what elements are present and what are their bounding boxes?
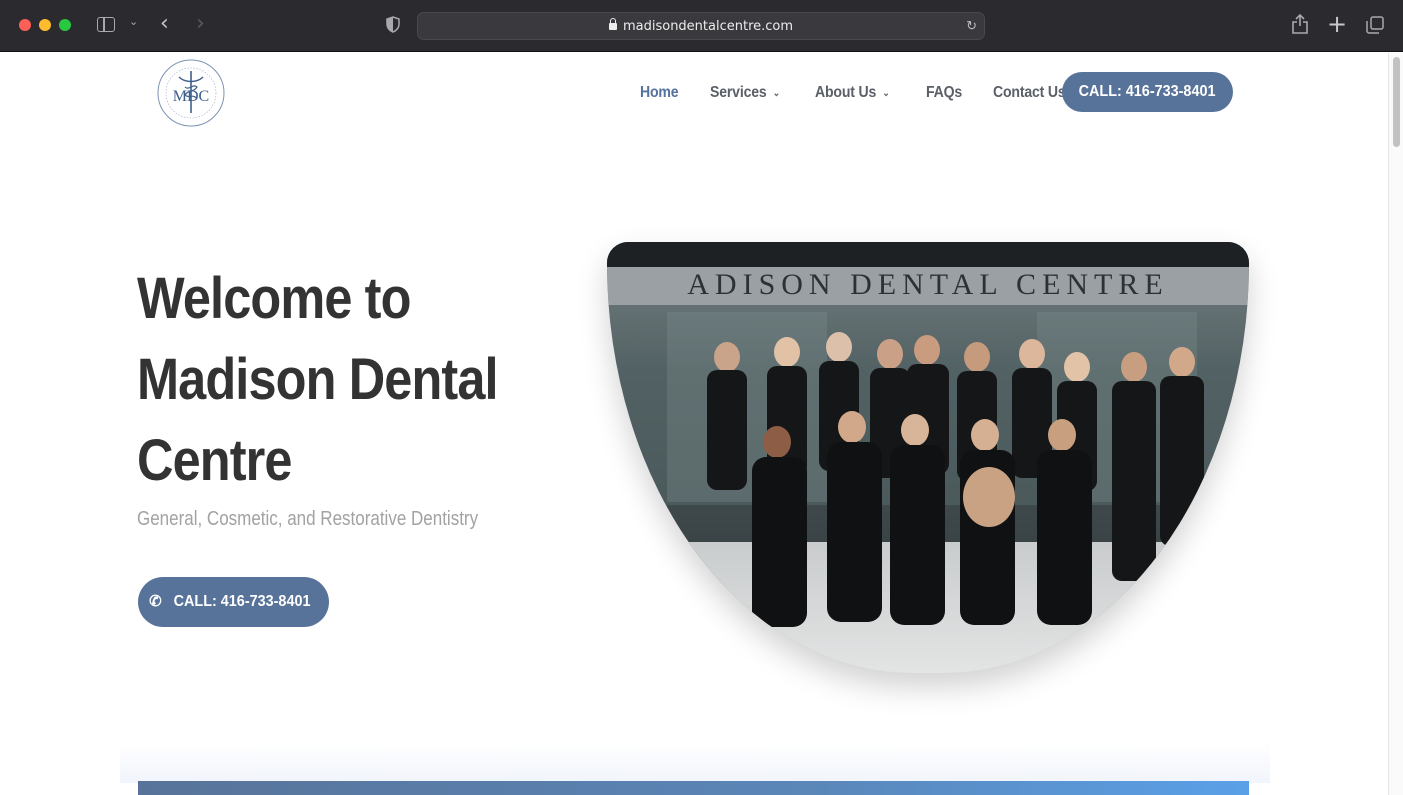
privacy-shield-icon[interactable]: [386, 16, 400, 33]
address-bar[interactable]: madisondentalcentre.com ↻: [417, 12, 985, 40]
nav-item-home[interactable]: Home: [640, 84, 679, 102]
hero-title-line: Centre: [137, 428, 292, 493]
reload-icon[interactable]: ↻: [966, 18, 977, 34]
page-scrollbar[interactable]: [1388, 53, 1403, 795]
hero-title: Welcome to Madison Dental Centre: [137, 258, 502, 501]
lock-icon: [608, 18, 617, 30]
minimize-window-button[interactable]: [39, 19, 51, 31]
zoom-window-button[interactable]: [59, 19, 71, 31]
hero-subtitle: General, Cosmetic, and Restorative Denti…: [137, 508, 479, 530]
hero-call-button[interactable]: ✆ CALL: 416-733-8401: [138, 577, 329, 627]
chevron-down-icon: ⌄: [882, 87, 890, 99]
logo-monogram: MDC: [173, 88, 209, 105]
chevron-down-icon: ⌄: [772, 87, 780, 99]
share-icon[interactable]: [1291, 13, 1309, 35]
browser-toolbar: ⌄ ‹ › madisondentalcentre.com ↻ +: [0, 0, 1403, 52]
photo-sign-text: ADISON DENTAL CENTRE: [687, 268, 1168, 301]
team-photo: ADISON DENTAL CENTRE: [607, 242, 1249, 673]
nav-item-contact-us[interactable]: Contact Us: [993, 84, 1066, 102]
nav-item-about-us[interactable]: About Us ⌄: [815, 84, 890, 102]
web-page: MDC Home Services ⌄ About Us ⌄ FAQs Contac…: [0, 53, 1388, 795]
main-navigation: Home Services ⌄ About Us ⌄ FAQs Contact Us: [640, 73, 1101, 113]
madison-dental-logo[interactable]: MDC: [155, 57, 227, 129]
hero-title-line: Welcome to: [137, 266, 411, 331]
section-shadow: [120, 743, 1270, 783]
back-arrow-icon[interactable]: ‹: [160, 11, 169, 36]
scrollbar-thumb[interactable]: [1393, 57, 1400, 147]
nav-item-services[interactable]: Services ⌄: [710, 84, 780, 102]
close-window-button[interactable]: [19, 19, 31, 31]
tab-overview-icon[interactable]: [1366, 16, 1384, 34]
next-section-banner: [138, 781, 1249, 795]
hero-title-line: Madison Dental: [137, 347, 499, 412]
forward-arrow-icon[interactable]: ›: [196, 11, 205, 36]
new-tab-icon[interactable]: +: [1327, 10, 1347, 38]
phone-icon: ✆: [149, 593, 162, 610]
chevron-down-icon[interactable]: ⌄: [129, 15, 138, 28]
sidebar-toggle-icon[interactable]: [97, 17, 115, 32]
url-text: madisondentalcentre.com: [622, 19, 794, 34]
header-call-button[interactable]: CALL: 416-733-8401: [1062, 72, 1233, 112]
nav-item-faqs[interactable]: FAQs: [926, 84, 962, 102]
